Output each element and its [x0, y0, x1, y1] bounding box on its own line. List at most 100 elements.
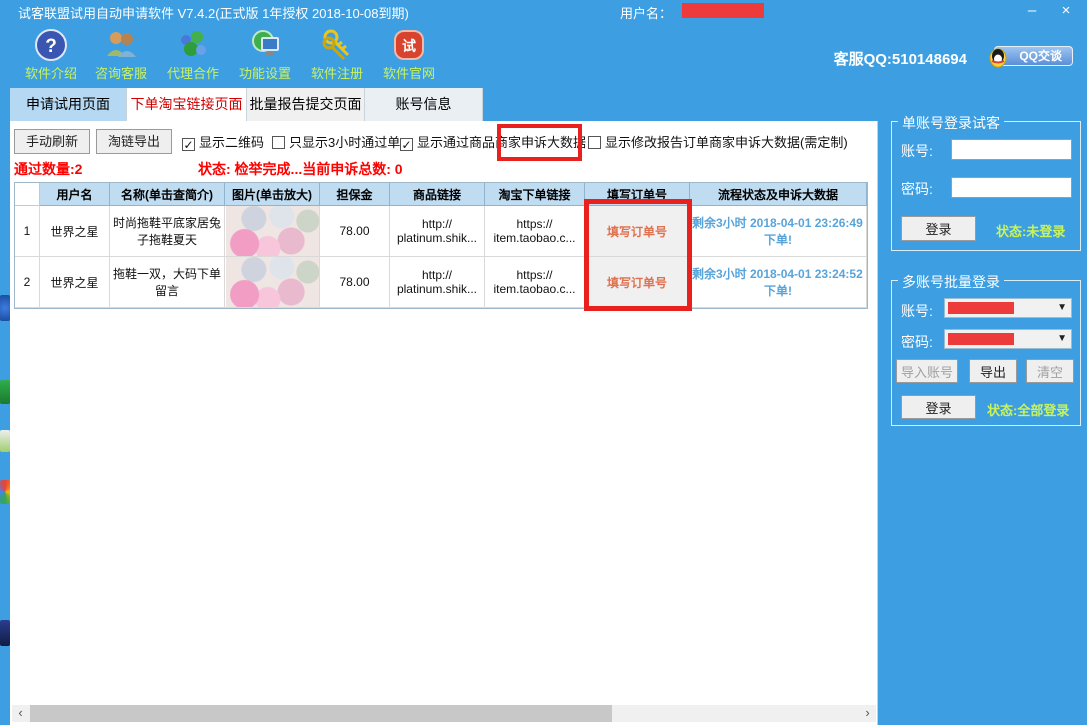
- col-header-name: 名称(单击查简介): [110, 183, 225, 206]
- tab-batch-report[interactable]: 批量报告提交页面: [247, 88, 365, 121]
- username-redacted: [682, 3, 764, 18]
- customer-service-icon: [104, 28, 138, 62]
- col-header-user: 用户名: [40, 183, 110, 206]
- fill-order-button[interactable]: 填写订单号: [585, 257, 690, 308]
- checkbox-show-modified-report-appeal-data[interactable]: 显示修改报告订单商家申诉大数据(需定制): [588, 132, 848, 151]
- official-site-icon: 试: [392, 28, 426, 62]
- row-user: 世界之星: [40, 257, 110, 308]
- batch-login-button[interactable]: 登录: [901, 395, 976, 419]
- row-product-name[interactable]: 时尚拖鞋平底家居兔子拖鞋夏天: [110, 206, 225, 257]
- row-taobao-link[interactable]: https:// item.taobao.c...: [485, 257, 585, 308]
- checkbox-icon: [272, 136, 285, 149]
- status-line: 下单!: [764, 231, 792, 248]
- checkbox-label: 显示修改报告订单商家申诉大数据(需定制): [605, 135, 848, 150]
- toolbar-item-settings[interactable]: 功能设置: [228, 26, 302, 82]
- svg-text:试: 试: [402, 38, 416, 54]
- link-line: http://: [422, 268, 452, 282]
- checkbox-only-3h-passed[interactable]: 只显示3小时通过单: [272, 132, 400, 151]
- scroll-right-arrow[interactable]: ›: [859, 705, 876, 722]
- scrollbar-thumb[interactable]: [30, 705, 612, 722]
- link-line: item.taobao.c...: [493, 282, 575, 296]
- row-product-name[interactable]: 拖鞋一双，大码下单留言: [110, 257, 225, 308]
- single-account-login-group: 单账号登录试客 账号: 密码: 登录 状态:未登录: [891, 121, 1081, 251]
- fill-order-button[interactable]: 填写订单号: [585, 206, 690, 257]
- checkbox-icon: [400, 138, 413, 151]
- toolbar-item-label: 功能设置: [228, 63, 302, 82]
- desktop-icon[interactable]: [0, 480, 10, 504]
- clear-button[interactable]: 清空: [1026, 359, 1074, 383]
- tab-apply-trial[interactable]: 申请试用页面: [10, 88, 127, 121]
- close-button[interactable]: ×: [1051, 0, 1081, 22]
- row-product-link[interactable]: http:// platinum.shik...: [390, 206, 485, 257]
- chevron-down-icon: ▼: [1057, 333, 1067, 344]
- minimize-button[interactable]: –: [1017, 0, 1047, 22]
- horizontal-scrollbar[interactable]: ‹ ›: [12, 705, 876, 722]
- table-row: 2 世界之星 拖鞋一双，大码下单留言 78.00 http:// platinu…: [15, 257, 867, 308]
- desktop-icon[interactable]: [0, 295, 10, 321]
- single-password-input[interactable]: [951, 177, 1072, 198]
- toolbar-item-customer-service[interactable]: 咨询客服: [84, 26, 158, 82]
- desktop-icon[interactable]: [0, 620, 10, 646]
- chevron-down-icon: ▼: [1057, 302, 1067, 313]
- link-line: https://: [516, 217, 552, 231]
- row-taobao-link[interactable]: https:// item.taobao.c...: [485, 206, 585, 257]
- row-image-cell[interactable]: [225, 257, 320, 308]
- status-line: 剩余3小时 2018-04-01 23:24:52: [690, 265, 866, 282]
- row-deposit: 78.00: [320, 206, 390, 257]
- col-header-product-link: 商品链接: [390, 183, 485, 206]
- checkbox-label: 显示通过商品商家申诉大数据: [417, 135, 586, 150]
- col-header-taobao-link: 淘宝下单链接: [485, 183, 585, 206]
- link-line: http://: [422, 217, 452, 231]
- toolbar-item-software-intro[interactable]: ? 软件介绍: [14, 26, 88, 82]
- checkbox-icon: [182, 138, 195, 151]
- toolbar-item-register[interactable]: 软件注册: [300, 26, 374, 82]
- product-thumbnail: [226, 257, 319, 307]
- export-button[interactable]: 导出: [969, 359, 1017, 383]
- toolbar-item-label: 软件官网: [372, 63, 446, 82]
- toolbar-item-label: 软件注册: [300, 63, 374, 82]
- manual-refresh-button[interactable]: 手动刷新: [14, 129, 90, 154]
- titlebar: 试客联盟试用自动申请软件 V7.4.2(正式版 1年授权 2018-10-08到…: [10, 0, 1087, 22]
- qq-chat-label: QQ交谈: [1019, 49, 1062, 63]
- checkbox-show-merchant-appeal-data[interactable]: 显示通过商品商家申诉大数据: [400, 132, 586, 151]
- state-text: 状态: 检举完成...当前申诉总数: 0: [198, 159, 403, 179]
- row-index: 1: [15, 206, 40, 257]
- batch-login-status: 状态:全部登录: [987, 400, 1069, 419]
- login-side-panel: 单账号登录试客 账号: 密码: 登录 状态:未登录 多账号批量登录 账号: ▼ …: [878, 88, 1087, 725]
- col-header-deposit: 担保金: [320, 183, 390, 206]
- tab-account-info[interactable]: 账号信息: [365, 88, 483, 121]
- checkbox-show-qrcode[interactable]: 显示二维码: [182, 132, 264, 151]
- scroll-left-arrow[interactable]: ‹: [12, 705, 29, 722]
- toolbar-item-agent-cooperation[interactable]: 代理合作: [156, 26, 230, 82]
- import-accounts-button[interactable]: 导入账号: [896, 359, 958, 383]
- desktop-icon[interactable]: [0, 430, 10, 452]
- desktop-icon[interactable]: [0, 380, 10, 404]
- password-redacted: [948, 333, 1014, 345]
- account-label: 账号:: [901, 141, 933, 161]
- taolink-export-button[interactable]: 淘链导出: [96, 129, 172, 154]
- tab-order-taobao-link[interactable]: 下单淘宝链接页面: [127, 88, 247, 121]
- single-account-input[interactable]: [951, 139, 1072, 160]
- register-key-icon: [320, 28, 354, 62]
- agent-cooperation-icon: [176, 28, 210, 62]
- single-login-button[interactable]: 登录: [901, 216, 976, 241]
- col-header-image: 图片(单击放大): [225, 183, 320, 206]
- username-label: 用户名：: [620, 3, 672, 22]
- status-line: 下单!: [764, 282, 792, 299]
- batch-password-dropdown[interactable]: ▼: [944, 329, 1072, 349]
- batch-account-dropdown[interactable]: ▼: [944, 298, 1072, 318]
- table-header-row: 用户名 名称(单击查简介) 图片(单击放大) 担保金 商品链接 淘宝下单链接 填…: [15, 183, 867, 206]
- window-title: 试客联盟试用自动申请软件 V7.4.2(正式版 1年授权 2018-10-08到…: [18, 3, 409, 22]
- status-row: 通过数量:2 状态: 检举完成...当前申诉总数: 0: [10, 159, 877, 181]
- qq-chat-button[interactable]: QQ交谈: [994, 46, 1073, 66]
- row-product-link[interactable]: http:// platinum.shik...: [390, 257, 485, 308]
- toolbar-item-official-site[interactable]: 试 软件官网: [372, 26, 446, 82]
- account-redacted: [948, 302, 1014, 314]
- desktop-background: [0, 0, 10, 725]
- product-thumbnail: [226, 206, 319, 256]
- account-label: 账号:: [901, 301, 933, 321]
- controls-row: 手动刷新 淘链导出 显示二维码 只显示3小时通过单 显示通过商品商家申诉大数据 …: [10, 129, 877, 159]
- link-line: platinum.shik...: [397, 231, 477, 245]
- col-header-index: [15, 183, 40, 206]
- row-image-cell[interactable]: [225, 206, 320, 257]
